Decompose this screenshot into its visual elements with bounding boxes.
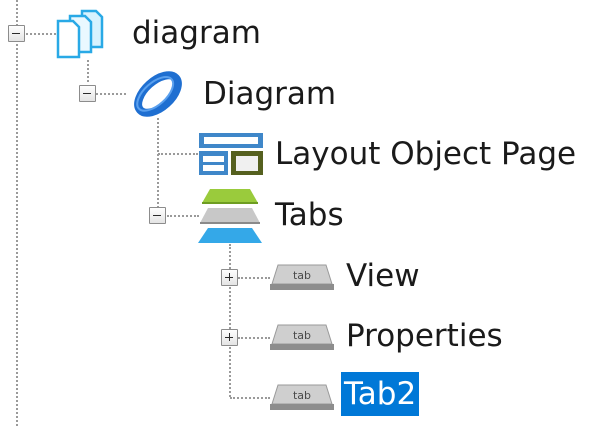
- tree-line: [87, 60, 89, 82]
- tree-line: [230, 397, 270, 399]
- expand-toggle[interactable]: [221, 269, 238, 286]
- collapse-toggle[interactable]: [8, 25, 25, 42]
- tree-line: [158, 153, 198, 155]
- tree-view: diagram Diagram Layout Object Page Tabs …: [0, 0, 603, 426]
- pages-icon: [56, 9, 104, 59]
- tree-node-label: Layout Object Page: [275, 136, 577, 172]
- collapse-toggle[interactable]: [79, 85, 96, 102]
- tree-node-label: Diagram: [203, 76, 337, 112]
- tree-line: [167, 215, 199, 217]
- tree-line: [26, 33, 56, 35]
- tabs-stack-icon: [198, 189, 262, 243]
- tree-node-label: Tabs: [275, 197, 344, 233]
- tab-icon: tab: [270, 324, 334, 350]
- collapse-toggle[interactable]: [149, 207, 166, 224]
- tree-line: [238, 337, 270, 339]
- tab-icon: tab: [270, 384, 334, 410]
- diagram-ring-icon: [134, 71, 182, 117]
- tree-node-label-selected: Tab2: [341, 372, 420, 416]
- tree-line: [157, 118, 159, 216]
- tab-icon-text: tab: [293, 329, 311, 342]
- expand-toggle[interactable]: [221, 329, 238, 346]
- tree-node-label: Properties: [346, 318, 503, 354]
- tree-line: [229, 244, 231, 397]
- tree-line: [96, 93, 126, 95]
- tree-line: [16, 0, 18, 426]
- tree-line: [238, 277, 270, 279]
- tree-node-label: View: [346, 258, 420, 294]
- tab-icon-text: tab: [293, 389, 311, 402]
- layout-page-icon: [199, 133, 263, 175]
- tree-node-label: diagram: [132, 15, 261, 51]
- tab-icon: tab: [270, 264, 334, 290]
- tab-icon-text: tab: [293, 269, 311, 282]
